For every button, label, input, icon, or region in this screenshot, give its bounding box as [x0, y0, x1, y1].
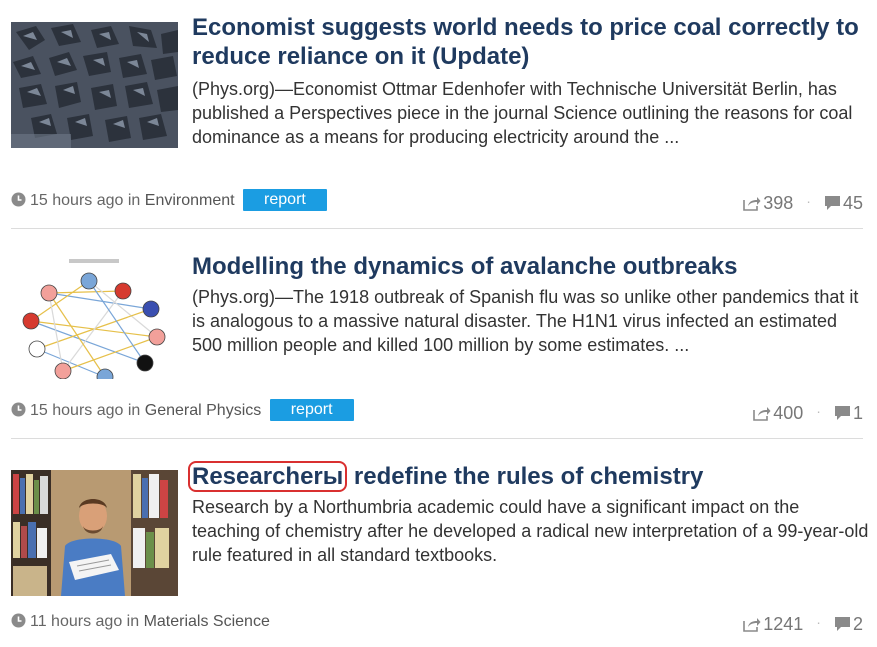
share-count: 1241 [763, 614, 804, 634]
comment-count: 45 [842, 193, 863, 213]
article-time: 11 hours ago [30, 613, 123, 630]
stats-separator: · [816, 614, 821, 630]
article-in-label: in [127, 402, 141, 419]
article-title[interactable]: Economist suggests world needs to price … [192, 13, 872, 71]
article-category-link[interactable]: General Physics [145, 402, 262, 419]
clock-icon [11, 401, 26, 425]
article-meta: 15 hours ago in Environment report 398 ·… [11, 189, 863, 213]
article-summary: Research by a Northumbria academic could… [192, 497, 869, 565]
highlighted-word: Researcherы [188, 461, 348, 492]
article-stats: 1241 · 2 [743, 610, 863, 638]
clock-icon [11, 612, 26, 636]
share-icon[interactable] [743, 193, 761, 217]
article-thumbnail-researcher[interactable] [11, 470, 178, 596]
comment-icon[interactable] [824, 193, 841, 217]
share-count: 400 [773, 403, 804, 423]
article-divider [11, 438, 863, 439]
article-time: 15 hours ago [30, 192, 124, 209]
article-thumbnail-network[interactable] [11, 253, 178, 379]
article-title-link[interactable]: redefine the rules of chemistry [347, 463, 703, 490]
article-summary: (Phys.org)—The 1918 outbreak of Spanish … [192, 287, 859, 355]
article-title[interactable]: Researcherы redefine the rules of chemis… [188, 461, 872, 492]
article-stats: 398 · 45 [743, 189, 863, 217]
stats-separator: · [806, 193, 811, 209]
article-category-link[interactable]: Materials Science [144, 613, 270, 630]
article-divider [11, 228, 863, 229]
comment-count: 2 [852, 614, 863, 634]
clock-icon [11, 191, 26, 215]
comment-count: 1 [852, 403, 863, 423]
share-icon[interactable] [743, 614, 761, 638]
article-summary: (Phys.org)—Economist Ottmar Edenhofer wi… [192, 79, 853, 147]
share-count: 398 [763, 193, 794, 213]
report-button[interactable]: report [269, 399, 354, 421]
report-button[interactable]: report [243, 189, 327, 211]
article-thumbnail-coal[interactable] [11, 22, 178, 148]
article-title-link[interactable]: Modelling the dynamics of avalanche outb… [192, 253, 737, 280]
article-in-label: in [127, 192, 141, 209]
article-meta: 11 hours ago in Materials Science 1241 ·… [11, 610, 863, 634]
article-stats: 400 · 1 [753, 399, 863, 427]
article-in-label: in [126, 613, 140, 630]
article-time: 15 hours ago [30, 402, 124, 419]
comment-icon[interactable] [834, 403, 851, 427]
article-category-link[interactable]: Environment [145, 192, 235, 209]
article-title[interactable]: Modelling the dynamics of avalanche outb… [192, 252, 872, 281]
share-icon[interactable] [753, 403, 771, 427]
article-title-link[interactable]: Economist suggests world needs to price … [192, 13, 872, 71]
article-meta: 15 hours ago in General Physics report 4… [11, 399, 863, 423]
stats-separator: · [816, 403, 821, 419]
comment-icon[interactable] [834, 614, 851, 638]
